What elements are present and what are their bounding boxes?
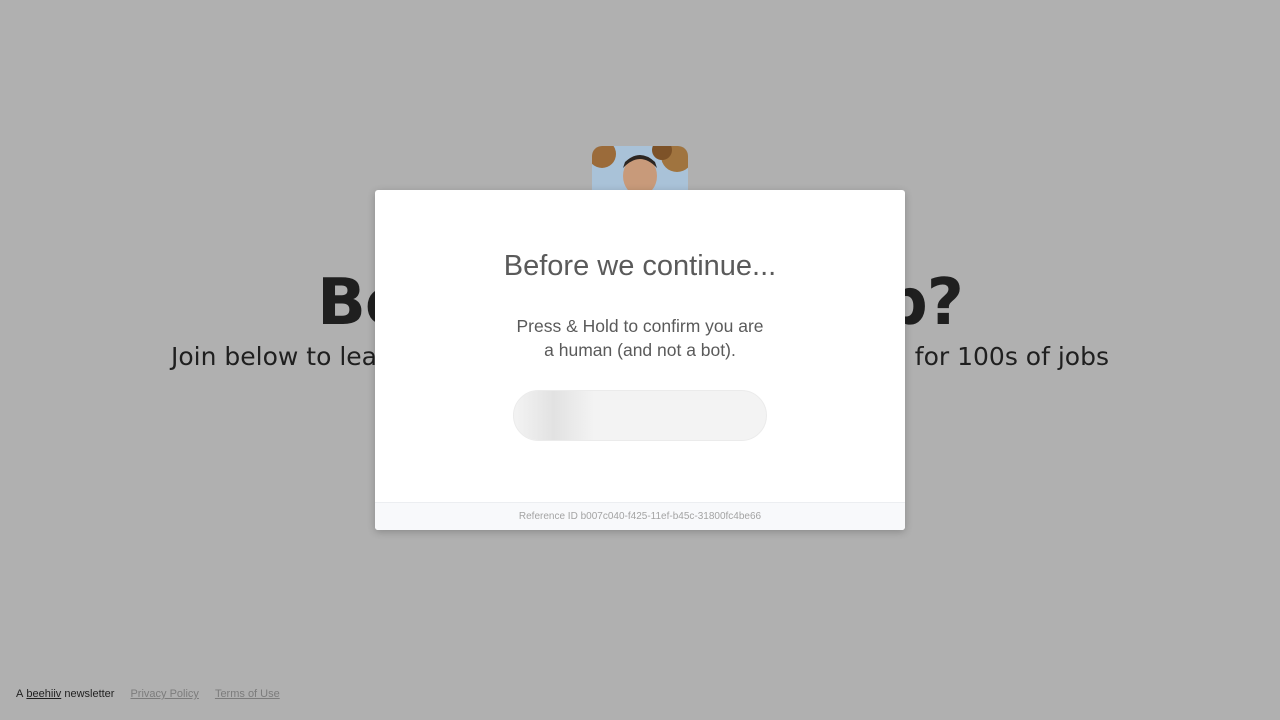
reference-id: b007c040-f425-11ef-b45c-31800fc4be66 (580, 511, 762, 522)
instructions-line-1: Press & Hold to confirm you are (516, 316, 764, 336)
footer-prefix: A (16, 688, 24, 700)
press-and-hold-button[interactable] (513, 390, 767, 441)
beehiiv-link[interactable]: beehiiv (26, 688, 61, 700)
instructions-line-2: a human (and not a bot). (544, 340, 736, 360)
reference-label: Reference ID (518, 511, 578, 522)
page-footer: A beehiiv newsletter Privacy Policy Term… (16, 686, 280, 702)
hold-progress-shimmer (514, 391, 594, 440)
modal-instructions: Press & Hold to confirm you are a human … (490, 314, 790, 362)
modal-title: Before we continue... (503, 250, 777, 282)
terms-of-use-link[interactable]: Terms of Use (215, 688, 280, 700)
privacy-policy-link[interactable]: Privacy Policy (130, 688, 198, 700)
footer-suffix: newsletter (64, 688, 115, 700)
human-verification-modal: Before we continue... Press & Hold to co… (375, 190, 905, 530)
reference-footer: Reference ID b007c040-f425-11ef-b45c-318… (375, 502, 905, 530)
